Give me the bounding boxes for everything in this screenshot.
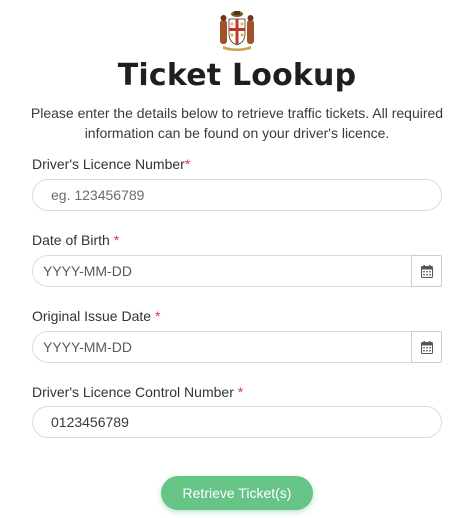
retrieve-tickets-button[interactable]: Retrieve Ticket(s): [161, 476, 313, 510]
date-of-birth-field: [32, 255, 442, 287]
calendar-icon: [420, 264, 433, 278]
page-instructions: Please enter the details below to retrie…: [30, 105, 444, 141]
date-of-birth-input[interactable]: [32, 255, 411, 287]
licence-number-input[interactable]: [32, 179, 442, 211]
control-number-label: Driver's Licence Control Number *: [32, 384, 244, 400]
required-marker: *: [113, 232, 120, 248]
coat-of-arms-icon: [220, 11, 254, 51]
control-number-input[interactable]: [32, 406, 442, 438]
issue-date-input[interactable]: [32, 331, 411, 363]
required-marker: *: [154, 308, 161, 324]
calendar-icon: [420, 340, 433, 354]
page-title: Ticket Lookup: [117, 58, 357, 93]
issue-date-label: Original Issue Date *: [32, 308, 161, 324]
required-marker: *: [237, 384, 244, 400]
issue-date-calendar-button[interactable]: [411, 331, 442, 363]
date-of-birth-calendar-button[interactable]: [411, 255, 442, 287]
issue-date-field: [32, 331, 442, 363]
licence-number-label: Driver's Licence Number*: [32, 156, 191, 172]
date-of-birth-label: Date of Birth *: [32, 232, 120, 248]
required-marker: *: [184, 156, 191, 172]
